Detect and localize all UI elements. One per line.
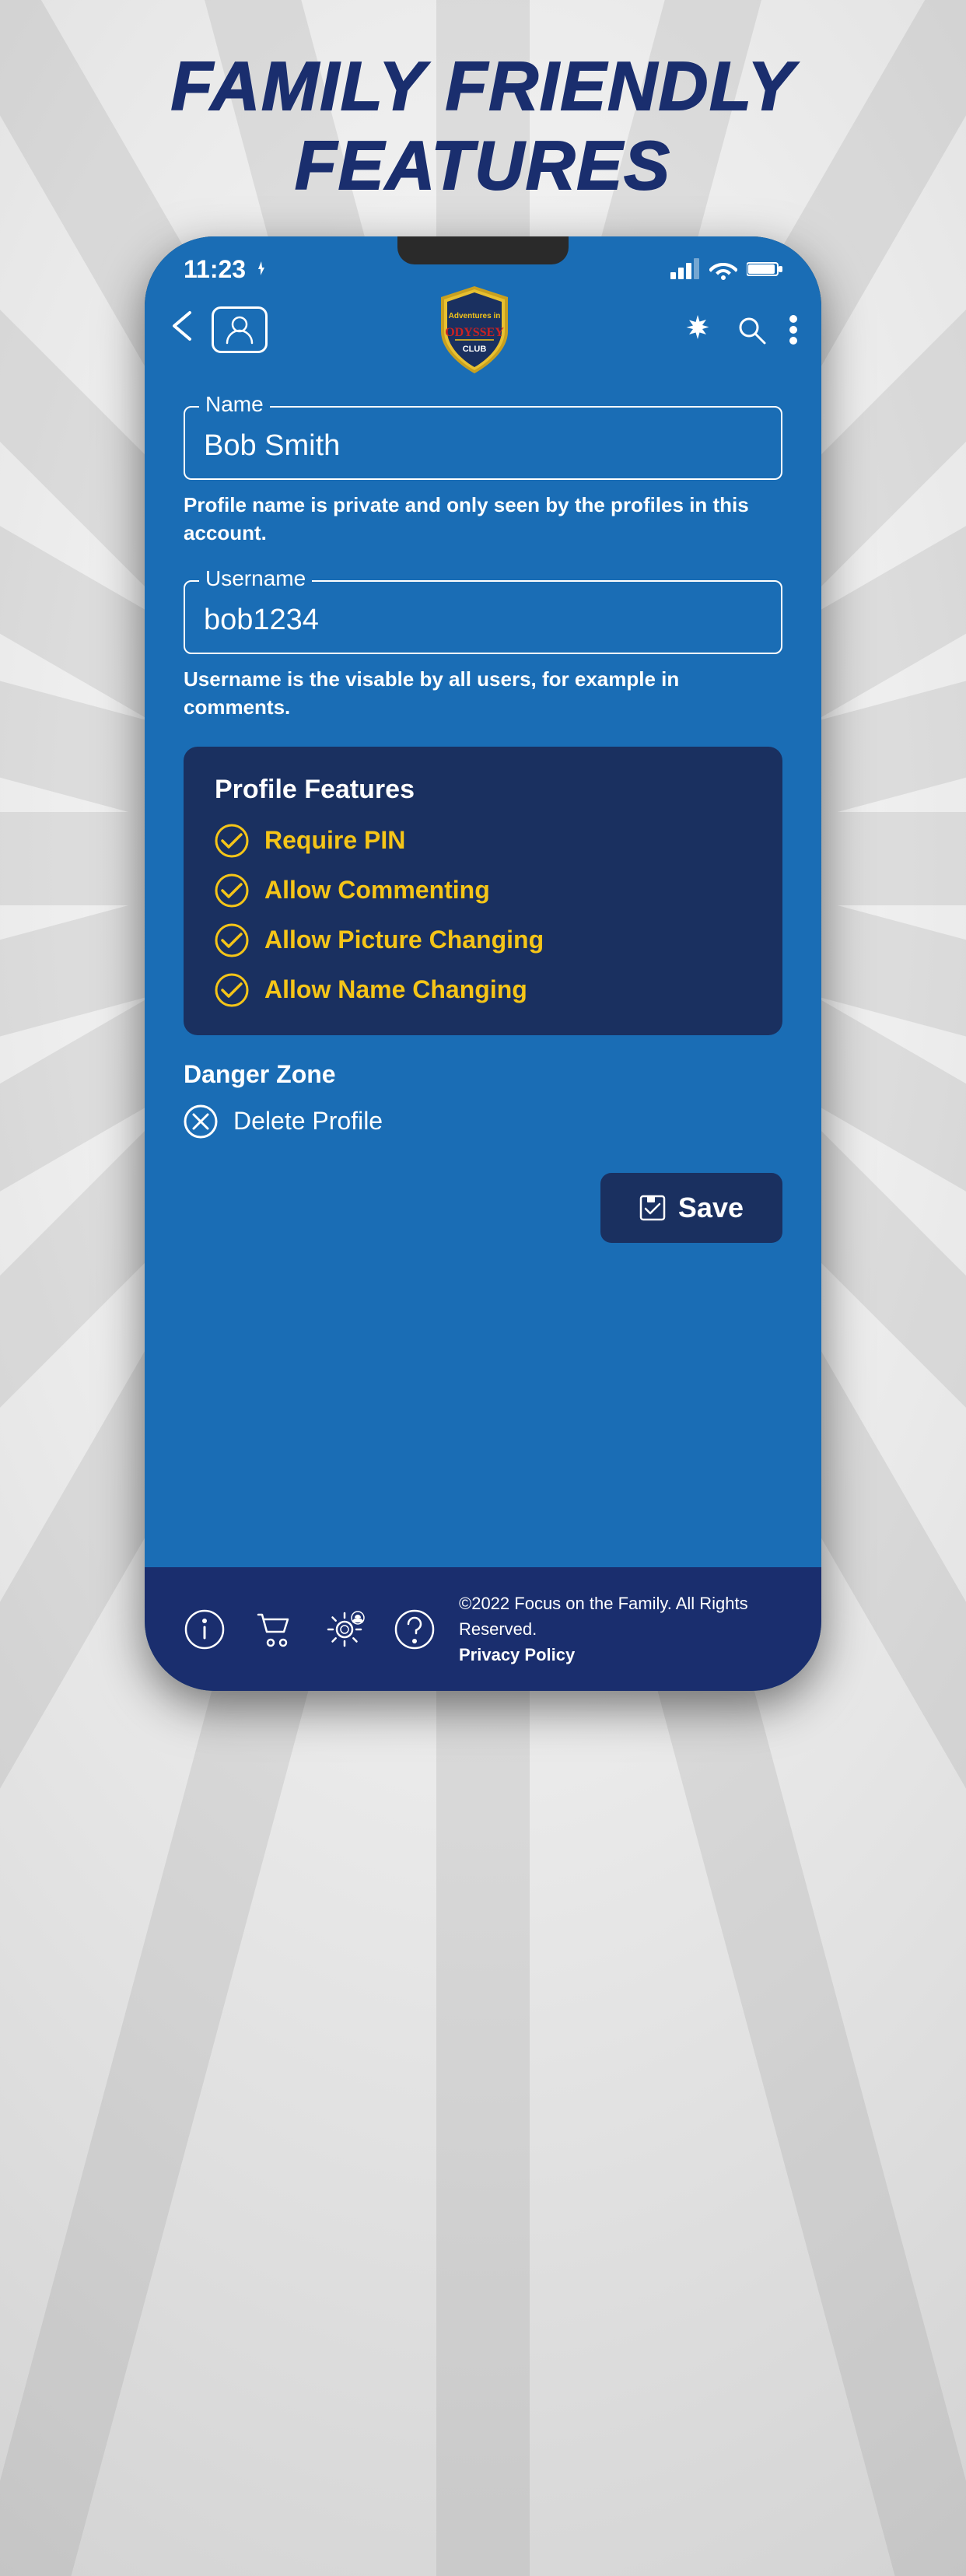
checkmark-icon-commenting [215, 873, 249, 908]
back-icon [168, 310, 196, 342]
save-icon [639, 1195, 666, 1221]
profile-features-box: Profile Features Require PIN Allow Comme… [184, 747, 782, 1035]
privacy-policy-link[interactable]: Privacy Policy [459, 1645, 575, 1664]
settings-icon[interactable] [324, 1608, 366, 1650]
bottom-bar: ©2022 Focus on the Family. All Rights Re… [145, 1567, 821, 1691]
odyssey-logo: Adventures in ODYSSEY CLUB [432, 283, 517, 376]
checkmark-icon-picture [215, 923, 249, 957]
name-label: Name [199, 392, 270, 417]
username-input[interactable] [184, 580, 782, 654]
content-area: Name Profile name is private and only se… [145, 369, 821, 1567]
username-label: Username [199, 566, 312, 591]
name-input-group: Name Profile name is private and only se… [184, 392, 782, 548]
username-input-group: Username Username is the visable by all … [184, 566, 782, 722]
logo: Adventures in ODYSSEY CLUB [432, 283, 517, 376]
bottom-icons [184, 1608, 436, 1650]
location-icon [252, 260, 271, 278]
svg-text:CLUB: CLUB [463, 345, 487, 354]
status-icons [669, 258, 782, 280]
save-label: Save [678, 1192, 744, 1224]
feature-allow-name[interactable]: Allow Name Changing [215, 973, 751, 1007]
feature-label-name: Allow Name Changing [264, 975, 527, 1004]
danger-zone-title: Danger Zone [184, 1060, 782, 1089]
delete-profile-label: Delete Profile [233, 1107, 383, 1136]
status-time: 11:23 [184, 255, 271, 284]
danger-zone-section: Danger Zone Delete Profile [184, 1060, 782, 1139]
search-icon[interactable] [736, 314, 767, 345]
signal-icon [669, 258, 700, 280]
delete-x-icon [184, 1104, 218, 1139]
feature-allow-commenting[interactable]: Allow Commenting [215, 873, 751, 908]
phone-frame: 11:23 [145, 236, 821, 1691]
save-row: Save [184, 1173, 782, 1243]
name-input[interactable] [184, 406, 782, 480]
nav-bar: Adventures in ODYSSEY CLUB [145, 291, 821, 369]
phone-screen: 11:23 [145, 236, 821, 1691]
checkmark-icon-name [215, 973, 249, 1007]
feature-label-pin: Require PIN [264, 826, 405, 855]
phone-notch [397, 236, 569, 264]
checkmark-icon-pin [215, 824, 249, 858]
nav-right [681, 313, 798, 346]
feature-require-pin[interactable]: Require PIN [215, 824, 751, 858]
feature-label-commenting: Allow Commenting [264, 876, 490, 905]
save-button[interactable]: Save [600, 1173, 782, 1243]
name-hint: Profile name is private and only seen by… [184, 491, 782, 548]
info-icon[interactable] [184, 1608, 226, 1650]
person-icon [226, 315, 254, 345]
feature-label-picture: Allow Picture Changing [264, 926, 544, 954]
svg-text:Adventures in: Adventures in [449, 312, 501, 320]
svg-text:ODYSSEY: ODYSSEY [445, 326, 504, 339]
help-icon[interactable] [394, 1608, 436, 1650]
sparkle-icon[interactable] [681, 313, 714, 346]
cart-icon[interactable] [254, 1608, 296, 1650]
back-button[interactable] [168, 310, 196, 350]
page-title: Family Friendly Features [0, 47, 966, 205]
battery-icon [747, 260, 782, 278]
wifi-icon [709, 258, 737, 280]
profile-button[interactable] [212, 306, 268, 353]
time-display: 11:23 [184, 255, 246, 284]
features-title: Profile Features [215, 775, 751, 805]
copyright-text: ©2022 Focus on the Family. All Rights Re… [459, 1594, 748, 1639]
nav-left [168, 306, 268, 353]
bottom-copyright: ©2022 Focus on the Family. All Rights Re… [459, 1591, 782, 1668]
username-hint: Username is the visable by all users, fo… [184, 665, 782, 722]
delete-profile-button[interactable]: Delete Profile [184, 1104, 782, 1139]
more-icon[interactable] [789, 314, 798, 345]
feature-allow-picture[interactable]: Allow Picture Changing [215, 923, 751, 957]
